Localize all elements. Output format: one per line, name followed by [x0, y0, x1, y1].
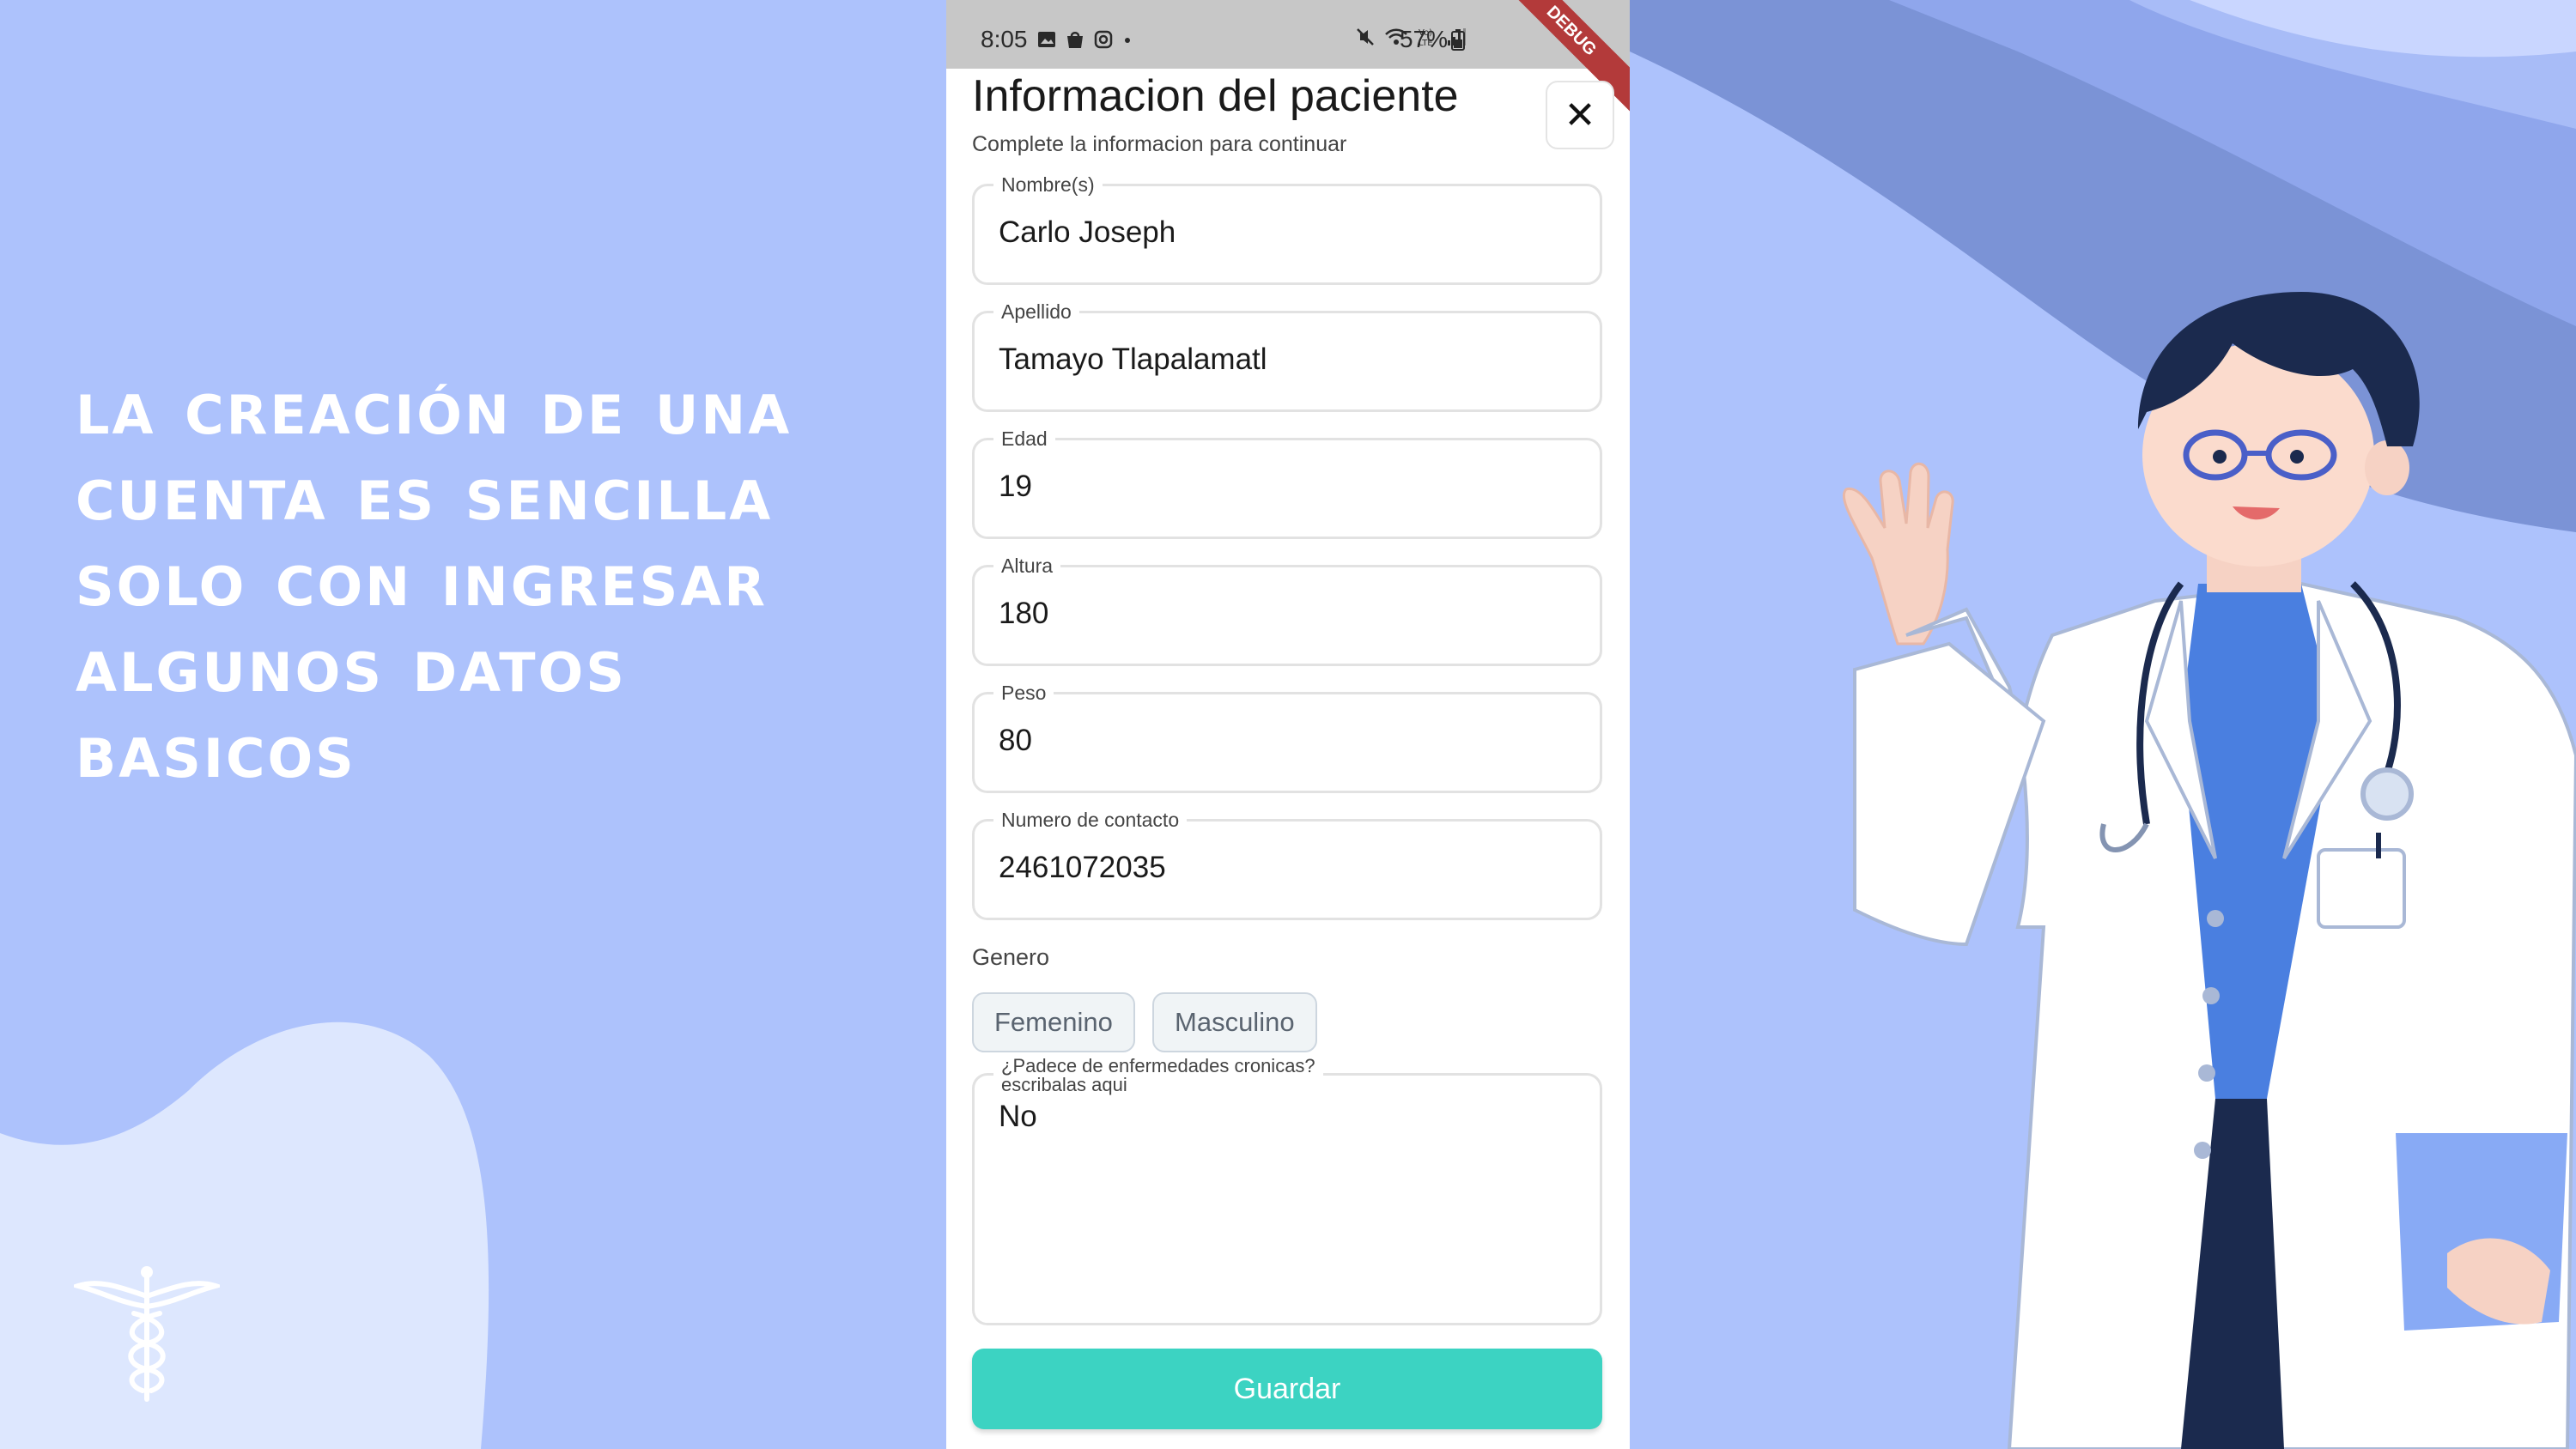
field-value: 80: [999, 724, 1032, 757]
headline-line: algunos datos: [76, 621, 627, 709]
headline-line: basicos: [76, 706, 356, 795]
doctor-illustration: [1842, 292, 2576, 1449]
apellido-field[interactable]: Apellido Tamayo Tlapalamatl: [972, 300, 1602, 412]
field-label: Apellido: [993, 300, 1079, 324]
headline-line: La creación de una: [76, 363, 793, 452]
close-button[interactable]: ✕: [1546, 81, 1614, 149]
field-label: Altura: [993, 554, 1061, 578]
battery-icon: [1451, 29, 1466, 51]
notification-dot-icon: [1125, 38, 1130, 43]
slide-headline: La creación de una cuenta es sencilla so…: [76, 365, 934, 794]
field-label: Edad: [993, 427, 1055, 451]
status-bar: 8:05 Vo) LTE 57% DEBUG: [946, 0, 1630, 115]
save-button[interactable]: Guardar: [972, 1349, 1602, 1429]
cronicas-label-line2: escribalas aqui: [1001, 1074, 1127, 1095]
status-time: 8:05: [981, 26, 1028, 52]
contacto-field[interactable]: Numero de contacto 2461072035: [972, 808, 1602, 920]
instagram-icon: [1094, 30, 1113, 49]
shopping-bag-icon: [1067, 32, 1083, 48]
genero-option-femenino[interactable]: Femenino: [972, 992, 1135, 1052]
form-subtitle: Complete la informacion para continuar: [972, 132, 1347, 156]
caduceus-icon: [74, 1266, 220, 1402]
altura-field[interactable]: Altura 180: [972, 554, 1602, 666]
field-value: 19: [999, 470, 1032, 503]
field-value: Carlo Joseph: [999, 215, 1176, 249]
form-title: Informacion del paciente: [972, 71, 1459, 121]
headline-line: cuenta es sencilla: [76, 449, 774, 537]
peso-field[interactable]: Peso 80: [972, 681, 1602, 793]
cronicas-textarea[interactable]: ¿Padece de enfermedades cronicas? escrib…: [972, 1057, 1602, 1325]
gallery-icon: [1038, 32, 1055, 47]
headline-line: solo con ingresar: [76, 535, 769, 623]
field-value: No: [999, 1100, 1037, 1133]
phone-screen: 8:05 Vo) LTE 57% DEBUG Informacion del pa…: [946, 0, 1630, 1449]
field-label: Nombre(s): [993, 173, 1103, 197]
field-value: Tamayo Tlapalamatl: [999, 343, 1267, 376]
field-label: Peso: [993, 681, 1054, 705]
cronicas-label-line1: ¿Padece de enfermedades cronicas?: [1001, 1055, 1315, 1076]
genero-label: Genero: [972, 944, 1050, 970]
battery-percent: 57%: [1400, 26, 1449, 52]
close-icon: ✕: [1564, 94, 1596, 136]
genero-option-masculino[interactable]: Masculino: [1152, 992, 1317, 1052]
edad-field[interactable]: Edad 19: [972, 427, 1602, 539]
field-label: ¿Padece de enfermedades cronicas? escrib…: [993, 1057, 1323, 1094]
nombre-field[interactable]: Nombre(s) Carlo Joseph: [972, 173, 1602, 285]
field-value: 2461072035: [999, 851, 1166, 884]
field-label: Numero de contacto: [993, 808, 1188, 832]
mute-icon: [1357, 28, 1374, 45]
field-value: 180: [999, 597, 1049, 630]
